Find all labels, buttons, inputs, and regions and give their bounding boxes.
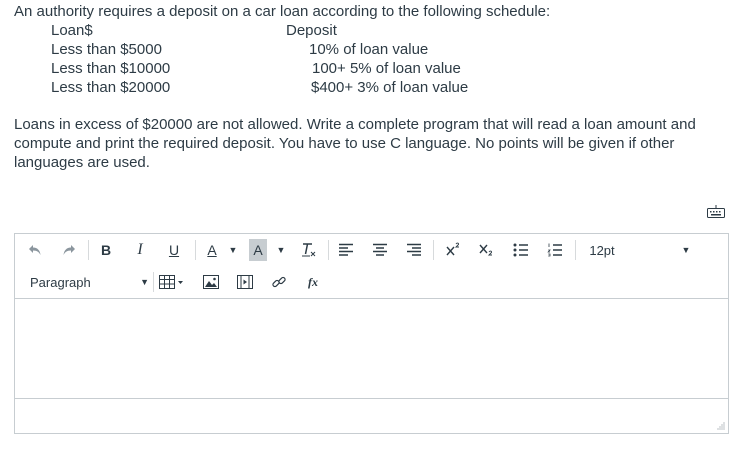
underline-button[interactable]: U [165,239,183,261]
align-center-button[interactable] [370,239,390,261]
image-button[interactable] [202,271,220,293]
toolbar-separator [433,240,434,260]
chevron-down-icon: ▼ [140,277,149,287]
align-center-icon [373,243,387,256]
undo-button[interactable] [25,239,45,261]
italic-button[interactable]: I [131,239,149,261]
schedule-row: Less than $10000 100+ 5% of loan value [14,59,736,78]
align-right-button[interactable] [404,239,424,261]
align-left-button[interactable] [336,239,356,261]
bold-button[interactable]: B [97,239,115,261]
toolbar-separator [575,240,576,260]
align-left-icon [339,243,353,256]
toolbar-separator [88,240,89,260]
font-color-button[interactable]: A [202,239,222,261]
table-button[interactable] [157,271,187,293]
superscript-icon [446,242,460,256]
media-icon [237,275,253,289]
schedule-row-deposit: 100+ 5% of loan value [312,60,461,77]
subscript-button[interactable] [476,239,498,261]
rich-text-editor: B I U A ▼ A ▼ 12pt ▼ Paragraph ▼ fx [14,233,729,434]
link-button[interactable] [269,271,289,293]
schedule-header-row: Loan$ Deposit [14,21,736,40]
numbered-list-button[interactable] [545,239,565,261]
keyboard-shortcuts-icon[interactable] [706,205,726,219]
toolbar-row-2: Paragraph ▼ fx [15,266,728,298]
clear-formatting-button[interactable] [298,239,318,261]
schedule-row-loan: Less than $20000 [51,79,171,96]
toolbar-separator [195,240,196,260]
block-format-select[interactable]: Paragraph ▼ [15,268,153,296]
media-button[interactable] [236,271,254,293]
question-text: An authority requires a deposit on a car… [14,0,736,171]
background-color-button[interactable]: A [249,239,267,261]
schedule-header-loan: Loan$ [51,22,93,39]
toolbar-row-1: B I U A ▼ A ▼ 12pt ▼ [15,234,728,266]
editor-content-area[interactable] [15,298,728,399]
font-size-dropdown[interactable]: ▼ [681,239,691,261]
schedule-row-loan: Less than $10000 [51,60,171,77]
schedule-header-deposit: Deposit [286,22,337,39]
equation-button[interactable]: fx [304,271,322,293]
link-icon [272,276,286,288]
schedule-row-deposit: $400+ 3% of loan value [311,79,469,96]
toolbar-separator [328,240,329,260]
block-format-label: Paragraph [30,274,91,290]
table-icon [159,275,183,289]
subscript-icon [479,244,493,256]
question-intro: An authority requires a deposit on a car… [14,3,551,20]
schedule-row-deposit: 10% of loan value [309,41,429,58]
clear-formatting-icon [302,243,316,257]
schedule-row: Less than $20000 $400+ 3% of loan value [14,78,736,97]
toolbar-separator [153,272,154,292]
background-color-dropdown[interactable]: ▼ [276,239,286,261]
font-color-dropdown[interactable]: ▼ [228,239,238,261]
resize-handle-icon[interactable] [717,422,725,430]
undo-icon [29,245,41,255]
image-icon [203,275,219,289]
question-body: Loans in excess of $20000 are not allowe… [14,116,696,171]
redo-button[interactable] [59,239,79,261]
font-size-select[interactable]: 12pt [587,239,617,261]
bullet-list-icon [513,243,528,257]
schedule-row-loan: Less than $5000 [51,41,162,58]
align-right-icon [407,243,421,256]
redo-icon [63,245,75,255]
schedule-row: Less than $5000 10% of loan value [14,40,736,59]
bullet-list-button[interactable] [511,239,531,261]
superscript-button[interactable] [443,239,465,261]
editor-status-bar [15,399,728,433]
numbered-list-icon [547,243,562,257]
deposit-schedule: Loan$ Deposit Less than $5000 10% of loa… [14,21,736,97]
editor-toolbar: B I U A ▼ A ▼ 12pt ▼ Paragraph ▼ fx [15,234,728,298]
